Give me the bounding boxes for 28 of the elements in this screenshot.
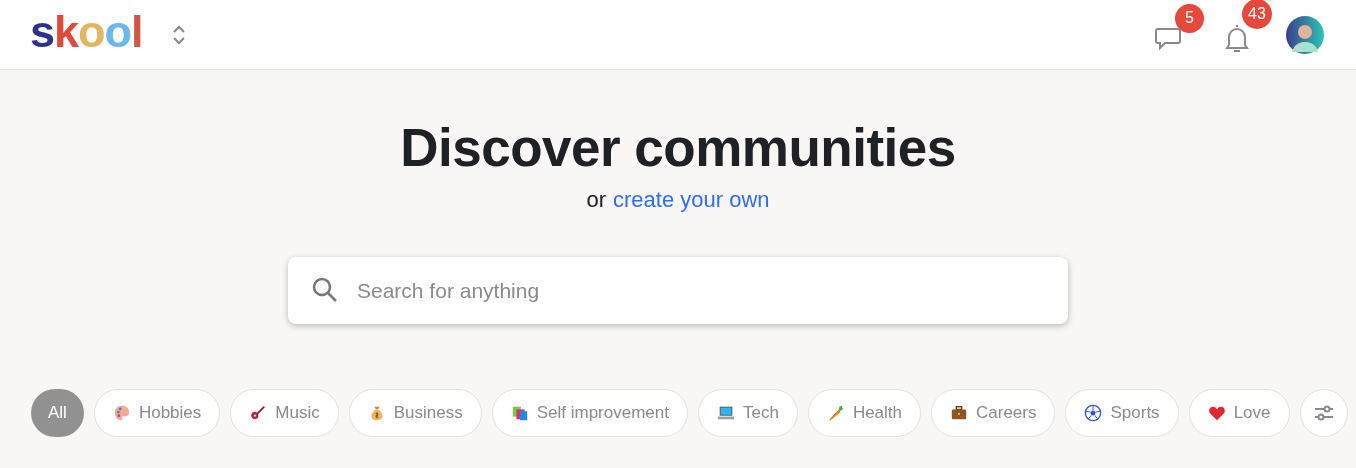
- page-title: Discover communities: [400, 117, 956, 179]
- message-count-badge: 5: [1175, 3, 1204, 33]
- subtitle-text: or: [586, 186, 606, 214]
- category-chip[interactable]: Tech: [697, 389, 798, 437]
- briefcase-icon: [950, 404, 968, 422]
- category-chip[interactable]: Business: [348, 389, 482, 437]
- filter-button[interactable]: [1299, 389, 1348, 437]
- books-icon: [510, 404, 529, 422]
- sliders-icon: [1313, 404, 1334, 422]
- category-chip[interactable]: Hobbies: [93, 389, 221, 437]
- create-community-link[interactable]: create your own: [613, 186, 770, 214]
- category-chip[interactable]: Careers: [931, 389, 1056, 437]
- palette-icon: [112, 404, 131, 422]
- category-chip[interactable]: All: [31, 389, 84, 437]
- notification-count-badge: 43: [1242, 0, 1272, 29]
- bell-icon[interactable]: [1224, 22, 1250, 55]
- logo[interactable]: skool: [30, 9, 143, 60]
- category-chip[interactable]: Health: [807, 389, 921, 437]
- chat-bubble-icon[interactable]: [1154, 25, 1182, 52]
- search-field[interactable]: Search for anything: [288, 257, 1068, 324]
- category-chip[interactable]: Self improvement: [491, 389, 688, 437]
- category-chip[interactable]: Sports: [1065, 389, 1179, 437]
- search-icon: [312, 277, 338, 303]
- category-chip[interactable]: Music: [230, 389, 339, 437]
- heart-icon: [1207, 404, 1226, 422]
- category-chip[interactable]: Love: [1188, 389, 1290, 437]
- avatar[interactable]: [1286, 15, 1324, 54]
- laptop-icon: [716, 404, 735, 422]
